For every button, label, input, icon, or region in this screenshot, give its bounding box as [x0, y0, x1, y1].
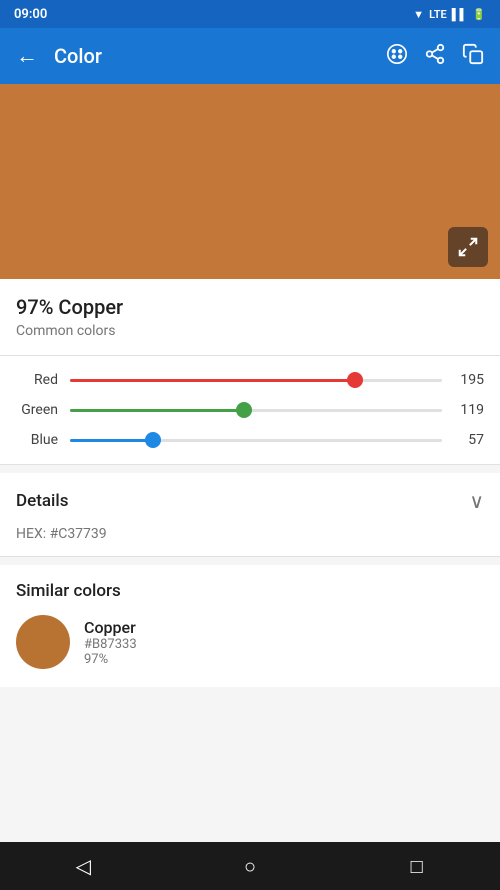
green-value: 119 — [454, 402, 484, 418]
details-title: Details — [16, 491, 68, 511]
blue-fill — [70, 439, 153, 442]
back-button[interactable]: ← — [16, 43, 38, 69]
red-slider[interactable] — [70, 370, 442, 390]
green-slider[interactable] — [70, 400, 442, 420]
similar-color-name: Copper — [84, 618, 137, 637]
expand-button[interactable] — [448, 227, 488, 267]
red-fill — [70, 379, 355, 382]
lte-label: LTE — [429, 8, 447, 21]
common-colors-label[interactable]: Common colors — [16, 323, 484, 347]
similar-pct: 97% — [84, 652, 137, 667]
share-icon[interactable] — [424, 43, 446, 70]
recents-nav-button[interactable]: □ — [393, 842, 441, 890]
blue-slider[interactable] — [70, 430, 442, 450]
status-icons: ▼ LTE ▌▌ 🔋 — [413, 8, 486, 21]
details-content: HEX: #C37739 — [16, 523, 484, 556]
sliders-section: Red 195 Green 119 Blue 57 — [0, 356, 500, 464]
copy-icon[interactable] — [462, 43, 484, 70]
app-title: Color — [54, 44, 370, 68]
green-thumb[interactable] — [236, 402, 252, 418]
blue-value: 57 — [454, 432, 484, 448]
nav-bar: ◁ ○ □ — [0, 842, 500, 890]
signal-icon: ▌▌ — [452, 8, 468, 21]
status-bar: 09:00 ▼ LTE ▌▌ 🔋 — [0, 0, 500, 28]
color-name: 97% Copper — [16, 295, 484, 319]
red-slider-row: Red 195 — [16, 370, 484, 390]
similar-section: Similar colors Copper #B87333 97% — [0, 565, 500, 687]
battery-icon: 🔋 — [472, 8, 486, 21]
details-header[interactable]: Details ∨ — [16, 489, 484, 523]
palette-icon[interactable] — [386, 43, 408, 70]
red-value: 195 — [454, 372, 484, 388]
green-label: Green — [16, 402, 58, 418]
status-time: 09:00 — [14, 7, 47, 22]
blue-slider-row: Blue 57 — [16, 430, 484, 450]
color-swatch — [16, 615, 70, 669]
hex-value: HEX: #C37739 — [16, 526, 107, 542]
green-track — [70, 409, 442, 412]
similar-info: Copper #B87333 97% — [84, 618, 137, 667]
red-label: Red — [16, 372, 58, 388]
home-nav-button[interactable]: ○ — [226, 842, 274, 890]
list-item[interactable]: Copper #B87333 97% — [16, 615, 484, 679]
app-bar: ← Color — [0, 28, 500, 84]
green-slider-row: Green 119 — [16, 400, 484, 420]
color-name-section: 97% Copper Common colors — [0, 279, 500, 355]
divider-3 — [0, 556, 500, 557]
divider-2 — [0, 464, 500, 465]
details-section: Details ∨ HEX: #C37739 — [0, 473, 500, 556]
green-fill — [70, 409, 244, 412]
blue-label: Blue — [16, 432, 58, 448]
red-thumb[interactable] — [347, 372, 363, 388]
red-track — [70, 379, 442, 382]
blue-thumb[interactable] — [145, 432, 161, 448]
color-preview — [0, 84, 500, 279]
similar-hex: #B87333 — [84, 637, 137, 652]
back-nav-button[interactable]: ◁ — [59, 842, 107, 890]
app-bar-actions — [386, 43, 484, 70]
similar-title: Similar colors — [16, 581, 484, 601]
blue-track — [70, 439, 442, 442]
wifi-icon: ▼ — [413, 8, 424, 21]
chevron-down-icon: ∨ — [469, 489, 484, 513]
